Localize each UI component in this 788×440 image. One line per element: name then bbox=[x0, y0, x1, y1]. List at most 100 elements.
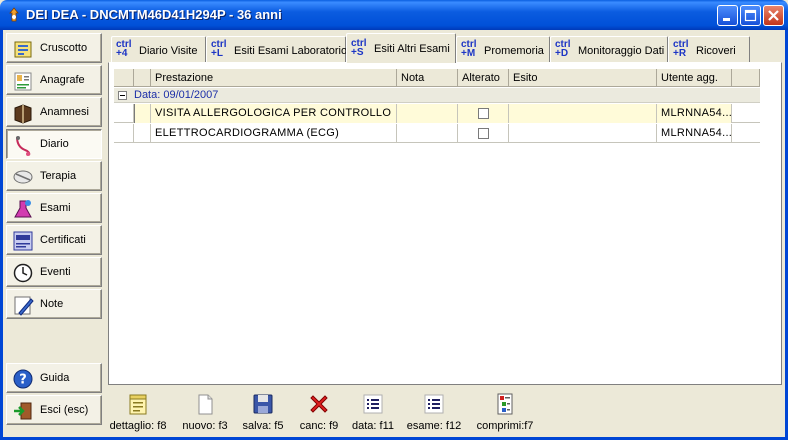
certificate-icon bbox=[13, 231, 33, 251]
cell-prestazione: ELETTROCARDIOGRAMMA (ECG) bbox=[151, 124, 397, 143]
nav-anamnesi[interactable]: Anamnesi bbox=[6, 97, 102, 127]
exam-button[interactable]: esame: f12 bbox=[406, 392, 462, 432]
shortcut-key: ctrl +S bbox=[351, 38, 367, 58]
alterato-checkbox[interactable] bbox=[478, 128, 489, 139]
history-book-icon bbox=[14, 104, 32, 124]
tab-label: Diario Visite bbox=[139, 45, 198, 57]
nav-certificati[interactable]: Certificati bbox=[6, 225, 102, 255]
column-header-prestazione[interactable]: Prestazione bbox=[151, 69, 397, 87]
table-row[interactable]: VISITA ALLERGOLOGICA PER CONTROLLO MLRNN… bbox=[114, 104, 760, 123]
save-icon bbox=[253, 394, 273, 414]
toolbar-label: canc: f9 bbox=[299, 420, 339, 432]
nav-cruscotto[interactable]: Cruscotto bbox=[6, 33, 102, 63]
maximize-button[interactable] bbox=[740, 5, 761, 26]
calendar-clock-icon bbox=[13, 263, 33, 283]
column-header-indicator[interactable] bbox=[134, 69, 151, 87]
nav-guida[interactable]: ? Guida bbox=[6, 363, 102, 393]
date-button[interactable]: data: f11 bbox=[348, 392, 398, 432]
app-icon bbox=[9, 7, 19, 22]
left-navigation: Cruscotto Anagrafe Anamnesi Diario Terap… bbox=[6, 33, 102, 433]
list-icon bbox=[363, 394, 383, 414]
column-header-alterato[interactable]: Alterato bbox=[458, 69, 509, 87]
nav-note[interactable]: Note bbox=[6, 289, 102, 319]
nav-terapia[interactable]: Terapia bbox=[6, 161, 102, 191]
group-row[interactable]: Data: 09/01/2007 bbox=[114, 88, 760, 103]
cell-alterato bbox=[458, 124, 509, 143]
nav-label: Guida bbox=[40, 372, 70, 384]
cell-alterato bbox=[458, 104, 509, 123]
tab-monitoraggio-dati[interactable]: ctrl +D Monitoraggio Dati bbox=[550, 36, 668, 62]
tab-esiti-esami-laboratorio[interactable]: ctrl +L Esiti Esami Laboratorio bbox=[206, 36, 348, 62]
tab-promemoria[interactable]: ctrl +M Promemoria bbox=[456, 36, 550, 62]
nav-label: Terapia bbox=[40, 170, 77, 182]
nav-label: Esci (esc) bbox=[40, 404, 89, 416]
title-bar[interactable]: DEI DEA - DNCMTM46D41H294P - 36 anni bbox=[0, 0, 788, 30]
cell-utente: MLRNNA54... bbox=[657, 124, 732, 143]
dashboard-icon bbox=[14, 41, 32, 58]
new-button[interactable]: nuovo: f3 bbox=[178, 392, 232, 432]
close-icon bbox=[768, 10, 779, 21]
tab-label: Esiti Esami Laboratorio bbox=[234, 45, 348, 57]
collapse-button[interactable]: comprimi:f7 bbox=[474, 392, 536, 432]
help-icon: ? bbox=[13, 369, 33, 389]
nav-label: Diario bbox=[40, 138, 69, 150]
cell-esito bbox=[509, 104, 657, 123]
row-selector[interactable] bbox=[134, 124, 151, 143]
column-header-utente[interactable]: Utente agg. bbox=[657, 69, 732, 87]
nav-esami[interactable]: Esami bbox=[6, 193, 102, 223]
toolbar-label: salva: f5 bbox=[242, 420, 284, 432]
toolbar-label: data: f11 bbox=[352, 420, 394, 432]
shortcut-key: ctrl +4 bbox=[116, 39, 132, 59]
group-label: Data: 09/01/2007 bbox=[134, 89, 219, 101]
column-header-select[interactable] bbox=[114, 69, 134, 87]
tab-esiti-altri-esami[interactable]: ctrl +S Esiti Altri Esami bbox=[346, 33, 456, 63]
save-button[interactable]: salva: f5 bbox=[238, 392, 288, 432]
tab-label: Ricoveri bbox=[696, 45, 736, 57]
bottom-toolbar: dettaglio: f8 nuovo: f3 salva: f5 canc: … bbox=[108, 388, 782, 434]
nav-esci[interactable]: Esci (esc) bbox=[6, 395, 102, 425]
list-icon bbox=[424, 394, 444, 414]
lab-exam-icon bbox=[14, 200, 32, 218]
column-header-esito[interactable]: Esito bbox=[509, 69, 657, 87]
row-spacer bbox=[114, 104, 134, 123]
detail-button[interactable]: dettaglio: f8 bbox=[108, 392, 168, 432]
nav-label: Note bbox=[40, 298, 64, 310]
row-selector[interactable] bbox=[134, 104, 151, 123]
tab-panel: Prestazione Nota Alterato Esito Utente a… bbox=[108, 62, 782, 385]
shortcut-key: ctrl +M bbox=[461, 39, 477, 59]
tab-label: Esiti Altri Esami bbox=[374, 43, 450, 55]
column-header-nota[interactable]: Nota bbox=[397, 69, 458, 87]
minimize-button[interactable] bbox=[717, 5, 738, 26]
tab-label: Monitoraggio Dati bbox=[578, 45, 665, 57]
toolbar-label: dettaglio: f8 bbox=[109, 420, 167, 432]
shortcut-key: ctrl +D bbox=[555, 39, 571, 59]
nav-diario[interactable]: Diario bbox=[6, 129, 102, 159]
main-panel: ctrl +4 Diario Visite ctrl +L Esiti Esami … bbox=[108, 33, 782, 385]
nav-eventi[interactable]: Eventi bbox=[6, 257, 102, 287]
tab-strip: ctrl +4 Diario Visite ctrl +L Esiti Esami … bbox=[108, 33, 782, 63]
tab-label: Promemoria bbox=[484, 45, 544, 57]
tab-diario-visite[interactable]: ctrl +4 Diario Visite bbox=[111, 36, 206, 62]
exit-icon bbox=[14, 402, 32, 420]
table-row[interactable]: ELETTROCARDIOGRAMMA (ECG) MLRNNA54... bbox=[114, 124, 760, 143]
note-pencil-icon bbox=[14, 296, 34, 316]
cell-nota bbox=[397, 104, 458, 123]
tab-ricoveri[interactable]: ctrl +R Ricoveri bbox=[668, 36, 750, 62]
nav-label: Anamnesi bbox=[40, 106, 89, 118]
row-spacer bbox=[114, 124, 134, 143]
cell-esito bbox=[509, 124, 657, 143]
diary-icon bbox=[16, 136, 31, 156]
cell-utente: MLRNNA54... bbox=[657, 104, 732, 123]
collapse-toggle-icon[interactable] bbox=[118, 91, 127, 100]
toolbar-label: esame: f12 bbox=[406, 420, 462, 432]
column-header-extra[interactable] bbox=[732, 69, 760, 87]
delete-button[interactable]: canc: f9 bbox=[294, 392, 344, 432]
close-button[interactable] bbox=[763, 5, 784, 26]
nav-label: Esami bbox=[40, 202, 71, 214]
detail-icon bbox=[129, 394, 147, 415]
nav-label: Certificati bbox=[40, 234, 86, 246]
nav-label: Cruscotto bbox=[40, 42, 88, 54]
alterato-checkbox[interactable] bbox=[478, 108, 489, 119]
cell-prestazione: VISITA ALLERGOLOGICA PER CONTROLLO bbox=[151, 104, 397, 123]
nav-anagrafe[interactable]: Anagrafe bbox=[6, 65, 102, 95]
